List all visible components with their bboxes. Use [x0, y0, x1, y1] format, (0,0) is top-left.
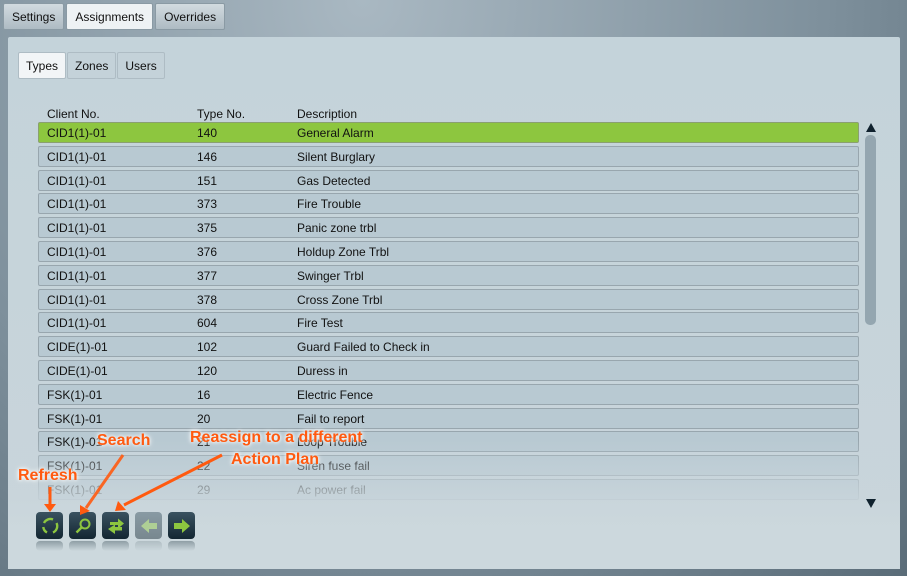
type-no-cell: 140	[197, 126, 218, 140]
description-cell: Fire Test	[297, 316, 343, 331]
description-cell: Guard Failed to Check in	[297, 340, 430, 355]
client-no-cell: CID1(1)-01	[47, 173, 107, 188]
annotation-reassign-line2: Action Plan	[231, 451, 320, 468]
tab-zones[interactable]: Zones	[67, 52, 117, 79]
description-cell: Panic zone trbl	[297, 221, 377, 236]
types-list: CID1(1)-01 140 General Alarm CID1(1)-01 146 S…	[38, 122, 860, 508]
table-row[interactable]: CID1(1)-01 376 Holdup Zone Trbl	[38, 241, 859, 262]
description-cell: Fire Trouble	[297, 197, 362, 212]
scrollbar-thumb[interactable]	[865, 135, 876, 325]
type-no-cell: 378	[197, 292, 218, 307]
table-row[interactable]: CID1(1)-01 140 General Alarm	[38, 122, 859, 143]
client-no-cell: FSK(1)-01	[47, 387, 103, 402]
scroll-up-arrow-icon[interactable]	[866, 123, 876, 132]
description-cell: Ac power fail	[297, 483, 366, 497]
table-row[interactable]: FSK(1)-01 29 Ac power fail	[38, 479, 859, 500]
refresh-icon	[41, 517, 58, 534]
sub-tabs: Types Zones Users	[18, 52, 165, 79]
tab-settings[interactable]: Settings	[3, 3, 65, 30]
table-row[interactable]: CID1(1)-01 373 Fire Trouble	[38, 193, 859, 215]
client-no-cell: CIDE(1)-01	[47, 340, 108, 355]
column-header-client-no[interactable]: Client No.	[47, 107, 100, 121]
description-cell: Duress in	[297, 364, 348, 378]
type-no-cell: 16	[197, 387, 211, 402]
client-no-cell: CID1(1)-01	[47, 316, 107, 331]
table-row[interactable]: CID1(1)-01 377 Swinger Trbl	[38, 264, 859, 286]
tab-types[interactable]: Types	[18, 52, 67, 79]
search-icon	[75, 518, 90, 533]
reassign-button[interactable]	[102, 512, 129, 551]
client-no-cell: CID1(1)-01	[47, 292, 107, 307]
type-no-cell: 151	[197, 173, 218, 188]
arrow-left-icon	[140, 518, 157, 533]
client-no-cell: FSK(1)-01	[47, 411, 103, 426]
scroll-down-arrow-icon[interactable]	[866, 499, 876, 508]
type-no-cell: 22	[197, 459, 211, 474]
annotation-search: Search	[97, 432, 151, 449]
annotation-reassign-line1: Reassign to a different	[190, 429, 363, 446]
type-no-cell: 146	[197, 149, 218, 164]
table-row[interactable]: CID1(1)-01 378 Cross Zone Trbl	[38, 288, 859, 310]
client-no-cell: CID1(1)-01	[47, 245, 107, 259]
description-cell: General Alarm	[297, 126, 374, 140]
table-row[interactable]: CID1(1)-01 604 Fire Test	[38, 312, 859, 334]
client-no-cell: FSK(1)-01	[47, 483, 103, 497]
reassign-icon	[107, 518, 124, 534]
table-row[interactable]: CID1(1)-01 375 Panic zone trbl	[38, 217, 859, 239]
type-no-cell: 375	[197, 221, 218, 236]
client-no-cell: CID1(1)-01	[47, 149, 107, 164]
annotation-refresh: Refresh	[18, 467, 78, 484]
arrow-right-icon	[173, 518, 190, 533]
previous-button[interactable]	[135, 512, 162, 551]
tab-users[interactable]: Users	[117, 52, 165, 79]
tab-overrides[interactable]: Overrides	[155, 3, 226, 30]
description-cell: Electric Fence	[297, 387, 374, 402]
search-button[interactable]	[69, 512, 96, 551]
next-button[interactable]	[168, 512, 195, 551]
description-cell: Cross Zone Trbl	[297, 292, 383, 307]
client-no-cell: CID1(1)-01	[47, 221, 107, 236]
client-no-cell: CID1(1)-01	[47, 197, 107, 212]
description-cell: Fail to report	[297, 411, 365, 426]
refresh-button[interactable]	[36, 512, 63, 551]
type-no-cell: 604	[197, 316, 218, 331]
type-no-cell: 120	[197, 364, 218, 378]
type-no-cell: 373	[197, 197, 218, 212]
column-header-description[interactable]: Description	[297, 107, 357, 121]
table-row[interactable]: FSK(1)-01 16 Electric Fence	[38, 383, 859, 405]
table-row[interactable]: CIDE(1)-01 120 Duress in	[38, 360, 859, 381]
client-no-cell: CID1(1)-01	[47, 268, 107, 283]
tab-assignments[interactable]: Assignments	[66, 3, 154, 30]
table-row[interactable]: FSK(1)-01 22 Siren fuse fail	[38, 455, 859, 477]
table-row[interactable]: FSK(1)-01 20 Fail to report	[38, 407, 859, 429]
toolbar	[36, 512, 195, 551]
description-cell: Swinger Trbl	[297, 268, 364, 283]
table-row[interactable]: CIDE(1)-01 102 Guard Failed to Check in	[38, 336, 859, 358]
type-no-cell: 377	[197, 268, 218, 283]
description-cell: Holdup Zone Trbl	[297, 245, 390, 259]
client-no-cell: CIDE(1)-01	[47, 364, 108, 378]
type-no-cell: 20	[197, 411, 211, 426]
column-header-type-no[interactable]: Type No.	[197, 107, 245, 121]
top-tabs: Settings Assignments Overrides	[3, 3, 226, 30]
client-no-cell: CID1(1)-01	[47, 126, 107, 140]
table-row[interactable]: FSK(1)-01 21 Loop Trouble	[38, 431, 859, 453]
table-row[interactable]: CID1(1)-01 151 Gas Detected	[38, 169, 859, 191]
type-no-cell: 102	[197, 340, 218, 355]
table-row[interactable]: CID1(1)-01 146 Silent Burglary	[38, 145, 859, 167]
assignments-panel: Types Zones Users Client No. Type No. De…	[8, 37, 900, 569]
type-no-cell: 29	[197, 483, 211, 497]
description-cell: Silent Burglary	[297, 149, 376, 164]
type-no-cell: 376	[197, 245, 218, 259]
client-no-cell: FSK(1)-01	[47, 435, 103, 450]
description-cell: Gas Detected	[297, 173, 371, 188]
